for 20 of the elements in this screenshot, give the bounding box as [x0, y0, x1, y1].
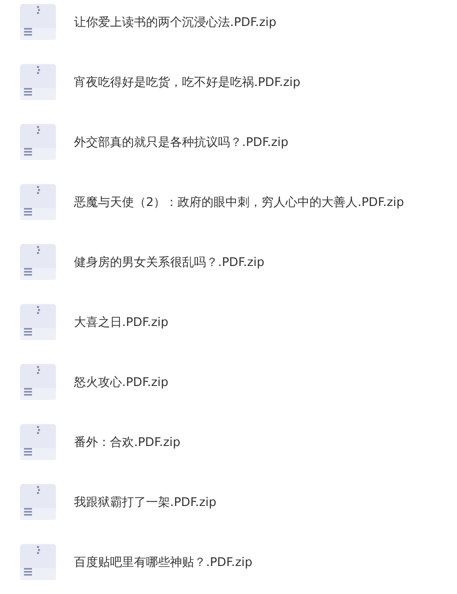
zip-file-icon	[20, 544, 56, 580]
zip-file-icon	[20, 484, 56, 520]
file-name[interactable]: 健身房的男女关系很乱吗？.PDF.zip	[74, 254, 264, 270]
file-name[interactable]: 百度贴吧里有哪些神贴？.PDF.zip	[74, 554, 252, 570]
file-name[interactable]: 番外：合欢.PDF.zip	[74, 434, 180, 450]
zip-file-icon	[20, 244, 56, 280]
file-name[interactable]: 让你爱上读书的两个沉浸心法.PDF.zip	[74, 14, 276, 30]
file-name[interactable]: 大喜之日.PDF.zip	[74, 314, 168, 330]
file-name[interactable]: 我跟狱霸打了一架.PDF.zip	[74, 494, 216, 510]
file-name[interactable]: 外交部真的就只是各种抗议吗？.PDF.zip	[74, 134, 288, 150]
zip-file-icon	[20, 364, 56, 400]
file-name[interactable]: 宵夜吃得好是吃货，吃不好是吃祸.PDF.zip	[74, 74, 300, 90]
zip-file-icon	[20, 424, 56, 460]
zip-file-icon	[20, 64, 56, 100]
zip-file-icon	[20, 4, 56, 40]
file-name[interactable]: 恶魔与天使（2）：政府的眼中刺，穷人心中的大善人.PDF.zip	[74, 194, 404, 210]
file-name[interactable]: 怒火攻心.PDF.zip	[74, 374, 168, 390]
zip-file-icon	[20, 184, 56, 220]
zip-file-icon	[20, 304, 56, 340]
zip-file-icon	[20, 124, 56, 160]
